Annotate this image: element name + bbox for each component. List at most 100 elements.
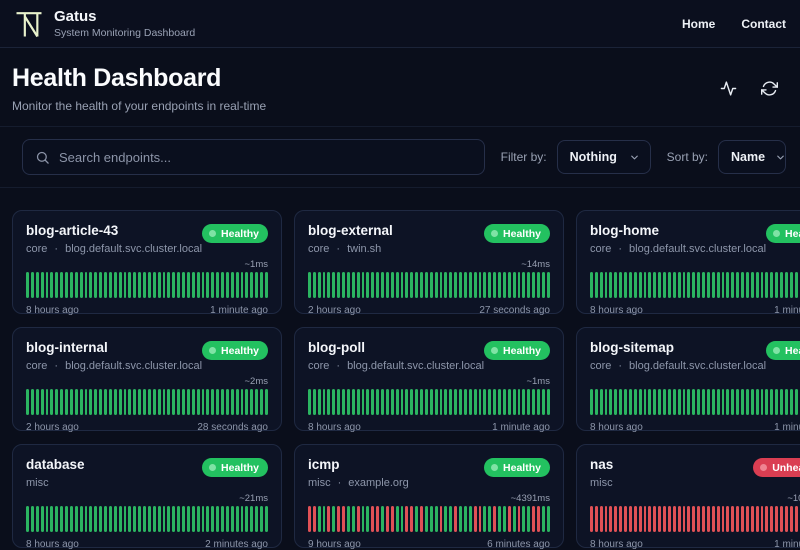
uptime-bar[interactable] [697,389,701,415]
uptime-bar[interactable] [230,389,234,415]
uptime-bar[interactable] [789,506,793,532]
uptime-bar[interactable] [143,506,146,532]
uptime-bar[interactable] [405,389,409,415]
uptime-bar[interactable] [706,389,710,415]
uptime-bar[interactable] [211,389,215,415]
uptime-bar[interactable] [264,272,268,298]
uptime-bar[interactable] [745,272,749,298]
uptime-bar[interactable] [99,506,102,532]
uptime-bar[interactable] [527,389,531,415]
uptime-bar[interactable] [459,272,462,298]
uptime-bar[interactable] [775,389,779,415]
uptime-bar[interactable] [385,389,389,415]
uptime-bar[interactable] [138,272,141,298]
uptime-bar[interactable] [45,506,49,532]
uptime-bar[interactable] [351,506,355,532]
uptime-bar[interactable] [784,506,788,532]
uptime-bar[interactable] [147,272,151,298]
uptime-bar[interactable] [667,272,671,298]
uptime-bar[interactable] [60,506,63,532]
uptime-bar[interactable] [356,272,360,298]
uptime-bar[interactable] [741,506,744,532]
uptime-bar[interactable] [30,272,34,298]
uptime-bar[interactable] [478,389,482,415]
uptime-bar[interactable] [191,389,195,415]
uptime-bar[interactable] [255,506,258,532]
uptime-bar[interactable] [726,389,730,415]
uptime-bar[interactable] [716,272,720,298]
uptime-bar[interactable] [633,389,637,415]
uptime-bar[interactable] [609,272,613,298]
uptime-bar[interactable] [385,272,389,298]
uptime-bar[interactable] [755,389,759,415]
uptime-bar[interactable] [312,506,316,532]
uptime-bar[interactable] [493,506,497,532]
uptime-bar[interactable] [30,506,34,532]
uptime-bar[interactable] [653,389,657,415]
uptime-bar[interactable] [376,389,380,415]
filter-select[interactable]: Nothing [556,140,651,174]
uptime-bar[interactable] [400,506,404,532]
uptime-bar[interactable] [157,506,161,532]
uptime-bar[interactable] [172,506,176,532]
uptime-bar[interactable] [84,506,88,532]
uptime-bar[interactable] [216,389,219,415]
uptime-bar[interactable] [463,272,467,298]
uptime-bar[interactable] [123,272,127,298]
uptime-bar[interactable] [609,389,613,415]
uptime-bar[interactable] [750,506,754,532]
endpoint-card[interactable]: blog-external core · twin.sh Healthy ~14… [293,210,564,316]
uptime-bar[interactable] [589,506,593,532]
uptime-bar[interactable] [133,506,137,532]
uptime-bar[interactable] [488,272,492,298]
refresh-icon[interactable] [759,78,780,99]
uptime-bar[interactable] [182,272,185,298]
uptime-bar[interactable] [376,272,380,298]
uptime-bar[interactable] [186,389,190,415]
uptime-bar[interactable] [434,506,438,532]
uptime-bar[interactable] [765,506,769,532]
uptime-bar[interactable] [628,389,632,415]
uptime-bar[interactable] [206,272,210,298]
uptime-bar[interactable] [439,389,443,415]
nav-link-home[interactable]: Home [682,17,715,31]
uptime-bar[interactable] [84,389,88,415]
uptime-bar[interactable] [89,272,93,298]
uptime-bar[interactable] [94,389,98,415]
uptime-bar[interactable] [366,389,370,415]
uptime-bar[interactable] [507,506,511,532]
uptime-bar[interactable] [682,506,686,532]
uptime-bar[interactable] [361,506,365,532]
uptime-bar[interactable] [726,272,730,298]
uptime-bar[interactable] [468,389,472,415]
uptime-bar[interactable] [245,389,249,415]
uptime-bar[interactable] [507,389,511,415]
uptime-bar[interactable] [104,506,107,532]
uptime-bar[interactable] [230,272,234,298]
uptime-bar[interactable] [434,272,438,298]
uptime-bar[interactable] [517,506,521,532]
uptime-bar[interactable] [750,272,754,298]
uptime-bar[interactable] [537,272,540,298]
uptime-bar[interactable] [663,506,666,532]
uptime-bar[interactable] [463,389,467,415]
uptime-bar[interactable] [260,389,263,415]
uptime-bar[interactable] [65,506,68,532]
uptime-bar[interactable] [371,389,375,415]
uptime-bar[interactable] [128,506,132,532]
uptime-bar[interactable] [371,506,375,532]
uptime-bar[interactable] [381,506,384,532]
uptime-bar[interactable] [99,272,102,298]
uptime-bar[interactable] [672,272,676,298]
uptime-bar[interactable] [366,506,370,532]
uptime-bar[interactable] [405,506,409,532]
uptime-bar[interactable] [322,389,326,415]
uptime-bar[interactable] [667,506,671,532]
uptime-bar[interactable] [473,506,477,532]
uptime-bar[interactable] [473,272,477,298]
uptime-bar[interactable] [405,272,409,298]
uptime-bar[interactable] [599,272,603,298]
uptime-bar[interactable] [230,506,234,532]
endpoint-card[interactable]: icmp misc · example.org Healthy ~4391ms … [293,444,564,550]
uptime-bar[interactable] [424,272,428,298]
